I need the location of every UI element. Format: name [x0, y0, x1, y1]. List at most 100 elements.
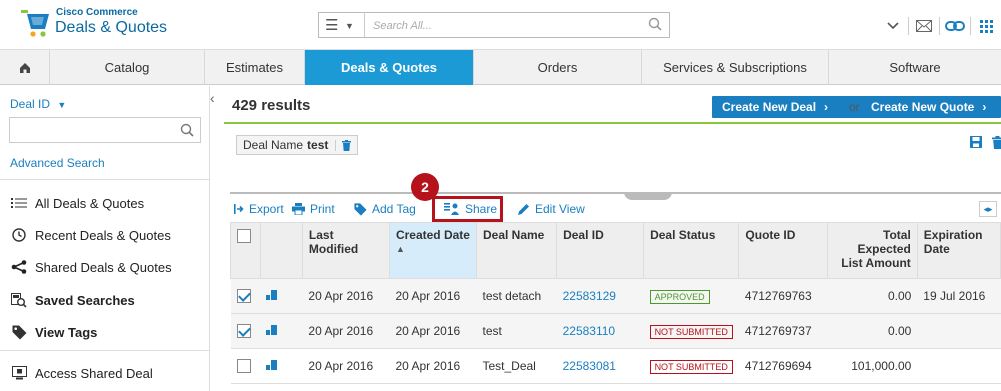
cell-deal-id-link[interactable]: 22583081: [556, 348, 644, 384]
create-new-quote-button[interactable]: Create New Quote ›: [861, 96, 1001, 118]
sidebar-item-label: Shared Deals & Quotes: [35, 259, 172, 275]
cell-deal-id-link[interactable]: 22583110: [556, 313, 644, 349]
cell-created-date: 20 Apr 2016: [389, 278, 477, 314]
global-search: ☰ ▼: [318, 12, 670, 38]
create-new-deal-button[interactable]: Create New Deal ›: [712, 96, 871, 118]
cell-quote-id: 4712769763: [738, 278, 828, 314]
row-details-icon[interactable]: [266, 360, 278, 370]
row-checkbox[interactable]: [236, 359, 251, 374]
sidebar-item-recent-deals[interactable]: Recent Deals & Quotes: [10, 225, 171, 245]
select-all-header[interactable]: [230, 222, 261, 279]
clock-icon: [10, 228, 28, 242]
header-created-date[interactable]: Created Date ▲: [388, 222, 477, 279]
tag-icon: [354, 202, 367, 216]
save-icon[interactable]: [970, 136, 982, 148]
nav-deals-quotes[interactable]: Deals & Quotes: [305, 50, 474, 85]
column-toggle-icon[interactable]: ◂▸: [979, 201, 997, 217]
panel-splitter[interactable]: [230, 192, 1001, 194]
nav-services-subscriptions[interactable]: Services & Subscriptions: [642, 50, 829, 85]
divider: [0, 179, 210, 180]
step-callout-badge: 2: [411, 173, 439, 201]
cart-logo-icon[interactable]: [20, 7, 52, 39]
cell-total-amount: 0.00: [827, 313, 918, 349]
chevron-right-icon: ›: [824, 100, 829, 114]
export-label: Export: [249, 202, 284, 216]
sidebar-item-label: Saved Searches: [35, 292, 135, 308]
print-icon: [292, 203, 305, 215]
saved-search-icon: [10, 292, 28, 308]
header-deal-status[interactable]: Deal Status: [643, 222, 740, 279]
sidebar: Deal ID ▼ Advanced Search All Deals & Qu…: [0, 86, 210, 391]
cell-created-date: 20 Apr 2016: [389, 348, 477, 384]
trash-icon[interactable]: [992, 136, 1001, 149]
cell-expiration-date: [917, 348, 1001, 384]
chevron-down-icon[interactable]: [878, 14, 908, 38]
add-tag-button[interactable]: Add Tag: [354, 202, 416, 216]
nav-home[interactable]: [0, 50, 50, 85]
mail-icon[interactable]: [909, 14, 939, 38]
search-scope-menu[interactable]: ☰ ▼: [319, 13, 365, 37]
cell-deal-name: test: [476, 313, 557, 349]
sidebar-item-shared-deals[interactable]: Shared Deals & Quotes: [10, 257, 172, 277]
collapse-sidebar-icon[interactable]: ‹: [210, 90, 215, 106]
app-title[interactable]: Deals & Quotes: [55, 19, 167, 37]
nav-software[interactable]: Software: [829, 50, 1001, 85]
table-row[interactable]: 20 Apr 2016 20 Apr 2016 Test_Deal 225830…: [230, 348, 1001, 384]
link-icon[interactable]: [940, 14, 970, 38]
cell-deal-name: Test_Deal: [476, 348, 557, 384]
edit-view-label: Edit View: [535, 202, 585, 216]
apps-grid-icon[interactable]: [971, 14, 1001, 38]
results-count: 429 results: [232, 97, 311, 114]
row-details-icon[interactable]: [266, 325, 278, 335]
header-quote-id[interactable]: Quote ID: [738, 222, 828, 279]
header-total-amount[interactable]: Total Expected List Amount: [826, 222, 918, 279]
header-expiration-date[interactable]: Expiration Date: [916, 222, 1001, 279]
home-icon: [19, 62, 30, 73]
trash-icon[interactable]: [335, 139, 352, 151]
table-row[interactable]: 20 Apr 2016 20 Apr 2016 test detach 2258…: [230, 278, 1001, 314]
cell-expiration-date: [917, 313, 1001, 349]
main-nav: Catalog Estimates Deals & Quotes Orders …: [0, 50, 1001, 85]
sidebar-item-saved-searches[interactable]: Saved Searches: [10, 290, 135, 310]
cell-last-modified: 20 Apr 2016: [302, 278, 390, 314]
table-row[interactable]: 20 Apr 2016 20 Apr 2016 test 22583110 NO…: [230, 313, 1001, 349]
search-input[interactable]: [373, 18, 633, 34]
edit-view-button[interactable]: Edit View: [518, 202, 585, 216]
sidebar-item-all-deals[interactable]: All Deals & Quotes: [10, 193, 144, 213]
print-button[interactable]: Print: [292, 202, 335, 216]
advanced-search-link[interactable]: Advanced Search: [10, 156, 105, 170]
nav-estimates[interactable]: Estimates: [205, 50, 305, 85]
row-checkbox[interactable]: [236, 324, 251, 339]
row-details-icon[interactable]: [266, 290, 278, 300]
nav-orders[interactable]: Orders: [474, 50, 642, 85]
sidebar-item-label: Recent Deals & Quotes: [35, 227, 171, 243]
select-all-checkbox[interactable]: [237, 228, 251, 243]
status-badge: NOT SUBMITTED: [649, 359, 733, 374]
sidebar-item-label: Access Shared Deal: [35, 365, 153, 381]
cell-last-modified: 20 Apr 2016: [302, 313, 390, 349]
header-deal-id[interactable]: Deal ID: [556, 222, 645, 279]
button-label: Create New Deal: [722, 100, 817, 114]
filter-tag-value: test: [307, 138, 329, 152]
header-deal-name[interactable]: Deal Name: [475, 222, 558, 279]
status-badge: NOT SUBMITTED: [649, 324, 733, 339]
deals-table: Last Modified Created Date ▲ Deal Name D…: [230, 222, 1001, 384]
deal-id-search-input[interactable]: [9, 117, 201, 143]
cell-deal-name: test detach: [476, 278, 557, 314]
header-last-modified[interactable]: Last Modified: [301, 222, 390, 279]
export-icon: [234, 204, 244, 214]
sidebar-item-access-shared-deal[interactable]: Access Shared Deal: [10, 363, 153, 383]
row-checkbox[interactable]: [236, 289, 251, 304]
deal-id-dropdown[interactable]: Deal ID ▼: [10, 97, 66, 111]
search-icon[interactable]: [648, 17, 662, 31]
cell-last-modified: 20 Apr 2016: [302, 348, 390, 384]
button-label: Create New Quote: [871, 100, 975, 114]
sidebar-item-view-tags[interactable]: View Tags: [10, 322, 97, 342]
export-button[interactable]: Export: [234, 202, 284, 216]
brand-subtitle: Cisco Commerce: [56, 7, 138, 18]
search-icon[interactable]: [180, 123, 194, 137]
cell-deal-id-link[interactable]: 22583129: [556, 278, 644, 314]
app-header: Cisco Commerce Deals & Quotes ☰ ▼: [0, 0, 1001, 50]
nav-catalog[interactable]: Catalog: [50, 50, 205, 85]
sort-asc-icon: ▲: [395, 244, 405, 254]
